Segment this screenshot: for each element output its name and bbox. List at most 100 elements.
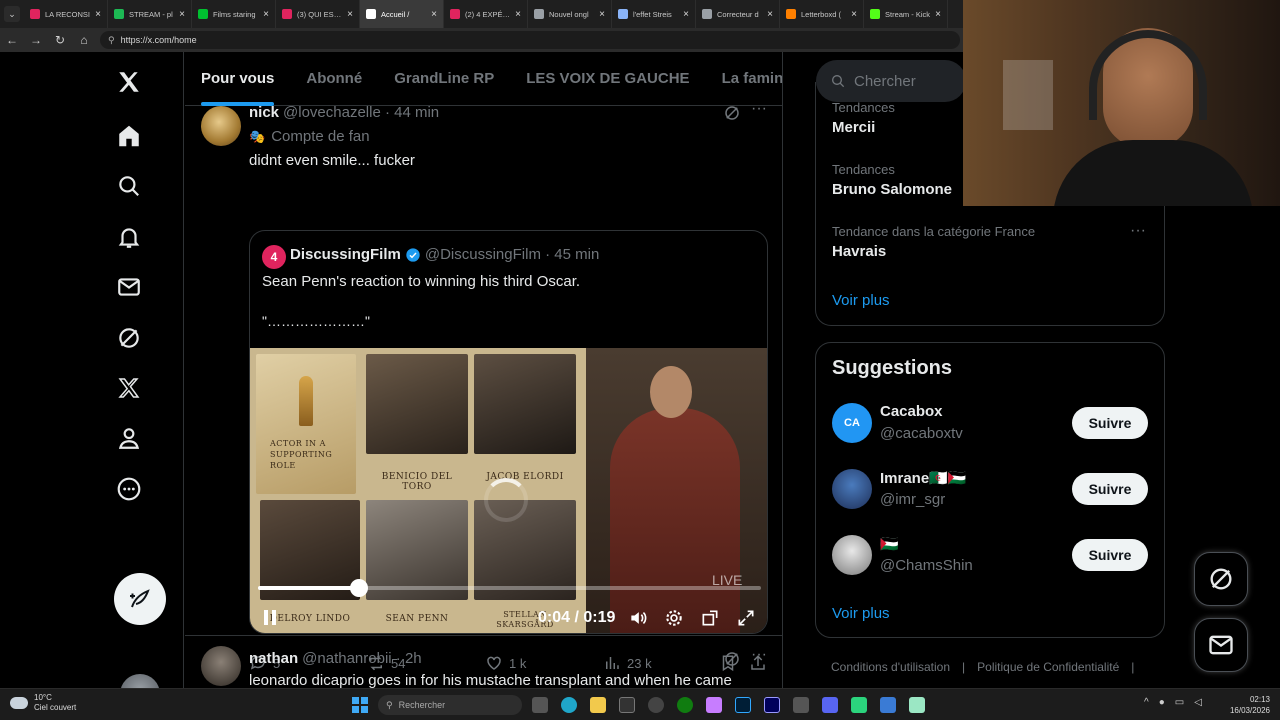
xbox-icon[interactable] <box>677 697 693 713</box>
quoted-author-name[interactable]: DiscussingFilm <box>290 246 401 263</box>
app-icon[interactable] <box>880 697 896 713</box>
grok-icon[interactable] <box>113 322 145 354</box>
suggestion-name[interactable]: Cacabox <box>880 403 943 420</box>
picture-in-picture-icon[interactable] <box>700 608 720 633</box>
suggestion-item[interactable]: 🇵🇸 @ChamsShin Suivre <box>816 533 1164 581</box>
suggestion-item[interactable]: CA Cacabox @cacaboxtv Suivre <box>816 401 1164 449</box>
quoted-post[interactable]: 4 DiscussingFilm @DiscussingFilm · 45 mi… <box>249 230 768 634</box>
messages-float-button[interactable] <box>1194 618 1248 672</box>
volume-icon[interactable]: ◁ <box>1194 697 1202 708</box>
file-explorer-icon[interactable] <box>590 697 606 713</box>
timeline-tab[interactable]: GrandLine RP <box>378 52 510 106</box>
close-tab-icon[interactable]: × <box>599 9 605 20</box>
browser-tab[interactable]: Nouvel ongl × <box>528 0 612 28</box>
follow-button[interactable]: Suivre <box>1072 407 1148 439</box>
chevron-up-icon[interactable]: ^ <box>1144 697 1149 708</box>
app-icon[interactable] <box>706 697 722 713</box>
more-options-icon[interactable]: ··· <box>751 646 767 664</box>
terms-link[interactable]: Conditions d'utilisation <box>831 660 950 674</box>
discord-icon[interactable] <box>822 697 838 713</box>
close-tab-icon[interactable]: × <box>515 9 521 20</box>
post[interactable]: nick @lovechazelle · 44 min ··· 🎭 Compte… <box>185 100 782 672</box>
browser-tab[interactable]: Letterboxd (× <box>780 0 864 28</box>
more-icon[interactable] <box>113 473 145 505</box>
settings-gear-icon[interactable] <box>664 608 684 633</box>
app-icon[interactable] <box>648 697 664 713</box>
premium-x-icon[interactable] <box>113 372 145 404</box>
x-logo-icon[interactable] <box>113 66 145 98</box>
network-icon[interactable]: ▭ <box>1175 697 1184 708</box>
grok-icon[interactable] <box>723 650 741 668</box>
close-tab-icon[interactable]: × <box>431 9 437 20</box>
suggestion-handle[interactable]: @ChamsShin <box>880 557 973 574</box>
post[interactable]: nathan @nathanrobii · 2h ··· leonardo di… <box>185 642 782 688</box>
avatar[interactable] <box>201 106 241 146</box>
follow-button[interactable]: Suivre <box>1072 539 1148 571</box>
video-player[interactable]: ACTOR IN A SUPPORTING ROLE BENICIO DEL T… <box>250 348 767 633</box>
explore-icon[interactable] <box>113 170 145 202</box>
messages-icon[interactable] <box>113 271 145 303</box>
author-handle[interactable]: @lovechazelle · 44 min <box>283 104 439 121</box>
compose-post-button[interactable] <box>114 573 166 625</box>
close-tab-icon[interactable]: × <box>347 9 353 20</box>
browser-tab[interactable]: (3) QUI EST L × <box>276 0 360 28</box>
profile-icon[interactable] <box>113 422 145 454</box>
avatar[interactable] <box>201 646 241 686</box>
suggestion-handle[interactable]: @cacaboxtv <box>880 425 963 442</box>
back-button[interactable]: ← <box>0 28 24 52</box>
clock[interactable]: 02:13 16/03/2026 <box>1226 694 1270 716</box>
trend-item[interactable]: Tendances Mercii <box>832 100 895 136</box>
close-tab-icon[interactable]: × <box>935 9 941 20</box>
suggestion-avatar[interactable] <box>832 469 872 509</box>
app-icon[interactable] <box>619 697 635 713</box>
fullscreen-icon[interactable] <box>736 608 756 633</box>
more-options-icon[interactable]: ··· <box>751 100 767 118</box>
timeline-tab[interactable]: Pour vous <box>185 52 290 106</box>
volume-icon[interactable] <box>628 608 648 633</box>
close-tab-icon[interactable]: × <box>179 9 185 20</box>
browser-tab[interactable]: Accueil / × <box>360 0 444 28</box>
reload-button[interactable]: ↻ <box>48 28 72 52</box>
grok-float-button[interactable] <box>1194 552 1248 606</box>
author-handle[interactable]: @nathanrobii · 2h <box>302 650 421 667</box>
suggestions-show-more-link[interactable]: Voir plus <box>832 605 890 622</box>
video-scrubber-handle[interactable] <box>349 579 368 597</box>
pause-icon[interactable] <box>264 610 276 625</box>
edge-icon[interactable] <box>561 697 577 713</box>
close-tab-icon[interactable]: × <box>683 9 689 20</box>
timeline-tab[interactable]: La famine <box>706 52 782 106</box>
browser-tab[interactable]: STREAM - pl × <box>108 0 192 28</box>
suggestion-avatar[interactable] <box>832 535 872 575</box>
follow-button[interactable]: Suivre <box>1072 473 1148 505</box>
trends-show-more-link[interactable]: Voir plus <box>832 292 890 309</box>
grok-icon[interactable] <box>723 104 741 122</box>
weather-widget[interactable]: 10°C Ciel couvert <box>10 693 76 713</box>
suggestion-name[interactable]: Imrane🇩🇿🇵🇸 <box>880 469 967 487</box>
trend-item[interactable]: Tendance dans la catégorie France Havrai… <box>832 224 1152 260</box>
notifications-icon[interactable] <box>113 221 145 253</box>
site-info-icon[interactable]: ⚲ <box>108 35 115 46</box>
browser-tab[interactable]: Films staring × <box>192 0 276 28</box>
forward-button[interactable]: → <box>24 28 48 52</box>
home-button[interactable]: ⌂ <box>72 28 96 52</box>
trend-more-icon[interactable]: ··· <box>1130 222 1146 240</box>
suggestion-avatar[interactable]: CA <box>832 403 872 443</box>
browser-tab[interactable]: Stream - Kick × <box>864 0 948 28</box>
system-tray[interactable]: ^ ● ▭ ◁ <box>1144 697 1202 708</box>
app-icon[interactable] <box>909 697 925 713</box>
trend-item[interactable]: Tendances Bruno Salomone <box>832 162 952 198</box>
start-button[interactable] <box>352 697 368 713</box>
tab-list-button[interactable]: ⌄ <box>4 6 20 22</box>
browser-tab[interactable]: l'effet Streis × <box>612 0 696 28</box>
close-tab-icon[interactable]: × <box>263 9 269 20</box>
author-name[interactable]: nathan <box>249 650 298 667</box>
close-tab-icon[interactable]: × <box>851 9 857 20</box>
author-name[interactable]: nick <box>249 104 279 121</box>
address-bar[interactable]: ⚲ https://x.com/home <box>100 31 960 49</box>
browser-tab[interactable]: (2) 4 EXPÉRIE × <box>444 0 528 28</box>
suggestion-name[interactable]: 🇵🇸 <box>880 535 899 553</box>
task-view-icon[interactable] <box>532 697 548 713</box>
microphone-icon[interactable]: ● <box>1159 697 1165 708</box>
premiere-icon[interactable] <box>764 697 780 713</box>
photoshop-icon[interactable] <box>735 697 751 713</box>
